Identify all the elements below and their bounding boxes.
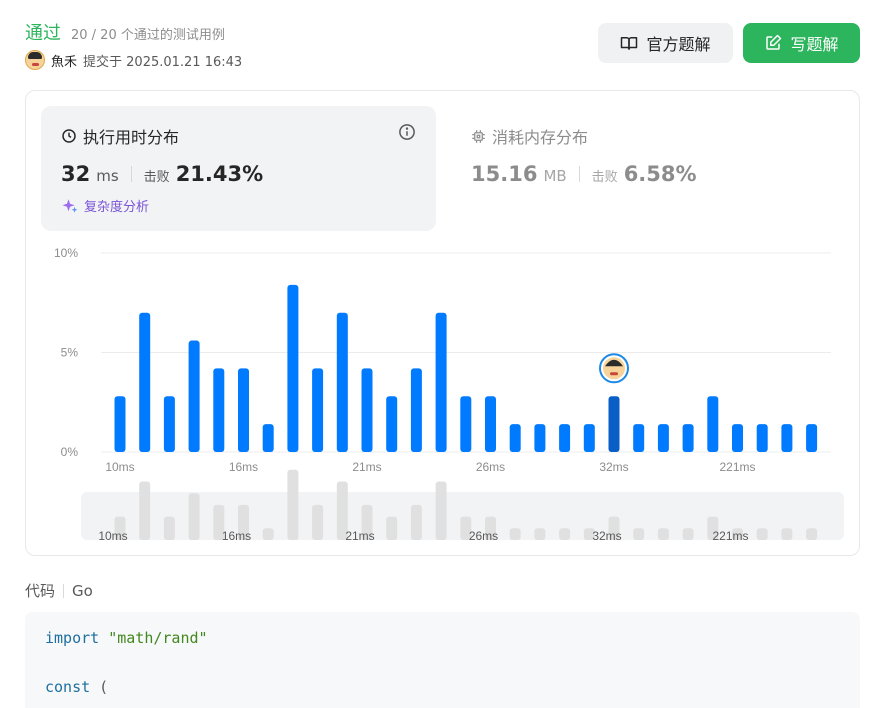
avatar[interactable] [25, 50, 45, 70]
chart-bar [386, 396, 398, 452]
submit-time: 提交于 2025.01.21 16:43 [83, 54, 243, 70]
chart-bar-highlight [608, 396, 620, 452]
x-tick-label: 32ms [599, 460, 628, 474]
code-line: const ( [45, 678, 109, 696]
chart-bar [485, 396, 496, 452]
chart-bar [781, 424, 793, 452]
submission-status-line: 通过 20 / 20 个通过的测试用例 [25, 19, 225, 45]
chart-bar [312, 368, 324, 452]
overview-bar [139, 481, 151, 540]
chart-bar [262, 424, 274, 452]
code-block[interactable]: import "math/rand" const ( [25, 612, 860, 708]
chart-bar [287, 284, 299, 452]
edit-icon [766, 34, 782, 50]
chart-bar [460, 396, 472, 452]
chart-bar [361, 368, 373, 452]
overview-bar [386, 516, 398, 540]
x-tick-label: 221ms [719, 460, 755, 474]
status-text: 通过 [25, 23, 61, 44]
overview-tick-label: 26ms [469, 529, 498, 543]
overview-bar [559, 528, 571, 540]
chart-bar [682, 424, 694, 452]
overview-bar [287, 469, 299, 540]
chart-bar [114, 396, 126, 452]
chart-bar [139, 312, 151, 452]
code-header: 代码 Go [25, 580, 93, 601]
overview-tick-label: 221ms [712, 529, 748, 543]
chart-bar [509, 424, 521, 452]
overview-bar [756, 528, 768, 540]
overview-bar [163, 516, 175, 540]
write-solution-label: 写题解 [790, 35, 839, 54]
overview-bar [534, 528, 546, 540]
y-tick-label: 0% [61, 445, 79, 459]
overview-tick-label: 32ms [592, 529, 621, 543]
overview-bar [312, 504, 324, 540]
overview-bar [509, 528, 521, 540]
username[interactable]: 魚禾 [51, 51, 77, 70]
overview-bar [682, 528, 694, 540]
overview-bar [410, 504, 422, 540]
overview-bar [188, 493, 200, 540]
divider [63, 583, 65, 598]
y-tick-label: 10% [54, 246, 78, 260]
editorial-label: 官方题解 [646, 35, 711, 54]
chart-bar [435, 312, 447, 452]
tests-passed: 20 / 20 个通过的测试用例 [71, 28, 225, 43]
chart-bar [336, 312, 348, 452]
runtime-distribution-chart[interactable]: 10% 5% 0% 10ms 10ms 16ms 16ms 21ms 21ms 26ms 26ms 3… [26, 91, 861, 557]
chart-bar [534, 424, 546, 452]
overview-bar [633, 528, 645, 540]
chart-bar [806, 424, 818, 452]
chart-bar [410, 368, 422, 452]
stats-card: 执行用时分布 32 ms 击败 21.43% 复杂度分析 消耗内存分布 15.1… [25, 90, 860, 556]
x-tick-label: 26ms [476, 460, 505, 474]
overview-tick-label: 21ms [345, 529, 374, 543]
chart-bar [756, 424, 768, 452]
overview-bar [781, 528, 793, 540]
write-solution-button[interactable]: 写题解 [743, 23, 860, 63]
x-tick-label: 16ms [229, 460, 258, 474]
y-tick-label: 5% [61, 346, 79, 360]
code-line: import "math/rand" [45, 629, 208, 647]
editorial-button[interactable]: 官方题解 [598, 23, 733, 63]
overview-bar [657, 528, 669, 540]
overview-tick-label: 16ms [222, 529, 251, 543]
chart-bar [213, 368, 225, 452]
user-marker-mouth [610, 372, 618, 376]
submitter-info: 魚禾 提交于 2025.01.21 16:43 [25, 50, 242, 70]
overview-tick-label: 10ms [98, 529, 127, 543]
overview-bar [262, 528, 274, 540]
chart-bar [583, 424, 595, 452]
chart-bar [633, 424, 645, 452]
code-label: 代码 [25, 582, 56, 600]
chart-bar [707, 396, 719, 452]
chart-bar [238, 368, 249, 452]
chart-bar [188, 340, 200, 452]
code-language: Go [72, 581, 93, 600]
overview-bar [806, 528, 818, 540]
x-tick-label: 21ms [352, 460, 381, 474]
chart-bar [163, 396, 175, 452]
book-icon [621, 37, 638, 50]
x-tick-label: 10ms [105, 460, 134, 474]
chart-bar [657, 424, 669, 452]
overview-bar [435, 481, 447, 540]
chart-bar [732, 424, 743, 452]
chart-bar [559, 424, 571, 452]
